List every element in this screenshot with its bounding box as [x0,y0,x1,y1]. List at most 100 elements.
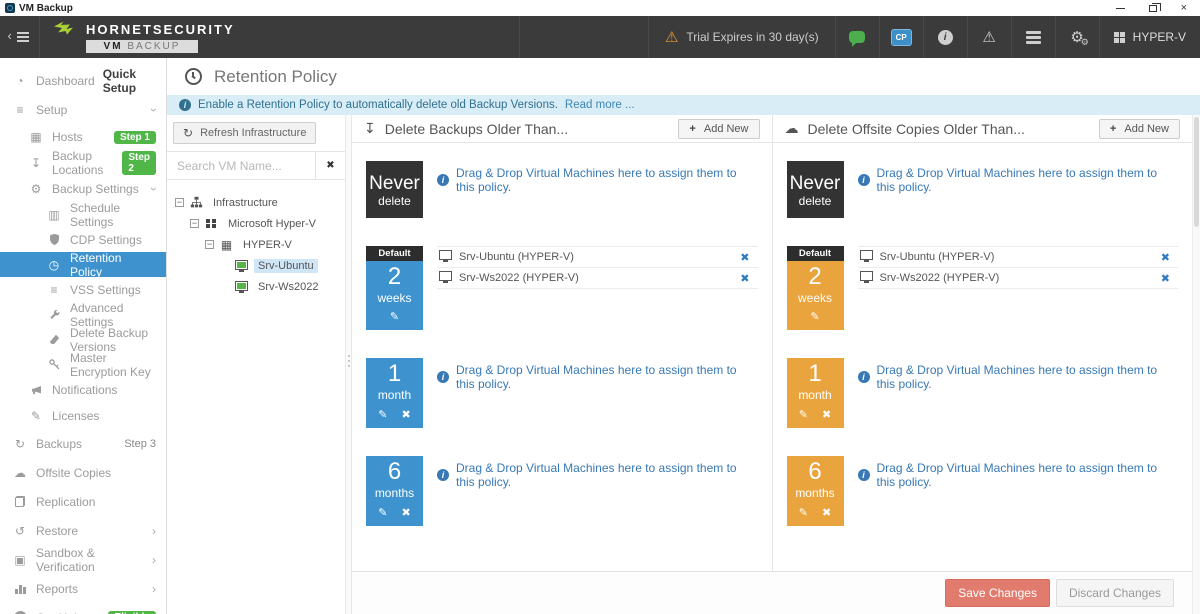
delete-policy-icon[interactable]: ✖ [402,508,411,519]
control-panel-button[interactable]: CP [879,16,923,58]
tree-expander-icon[interactable]: − [175,198,184,207]
sidebar-item-label: VSS Settings [70,283,141,297]
sidebar-collapse-button[interactable] [0,16,40,58]
vm-icon [234,281,249,293]
backup-locations-icon: ↧ [28,156,44,170]
policy-unit: weeks [798,291,832,305]
edit-policy-icon[interactable]: ✎ [390,312,399,323]
sidebar-item-dashboard[interactable]: ◔DashboardQuick Setup [0,66,166,95]
refresh-infrastructure-button[interactable]: ↻ Refresh Infrastructure [173,122,316,144]
hypervisor-selector[interactable]: HYPER-V [1099,16,1200,58]
delete-policy-icon[interactable]: ✖ [822,410,831,421]
info-button[interactable]: i [923,16,967,58]
policy-tile-never-delete[interactable]: Neverdelete [366,161,423,218]
sidebar-item-advanced-settings[interactable]: Advanced Settings [0,302,166,327]
save-changes-button[interactable]: Save Changes [945,579,1050,607]
sidebar-item-hosts[interactable]: ▦HostsStep 1 [0,124,166,150]
policy-tile-2-weeks[interactable]: Default2weeks✎ [366,246,423,330]
panel-splitter[interactable] [345,115,352,614]
sidebar-item-sandbox-verification[interactable]: ▣Sandbox & Verification› [0,545,166,574]
alerts-button[interactable]: ⚠ [967,16,1011,58]
unassign-vm-icon[interactable]: ✖ [740,251,757,264]
policy-column-title: Delete Offsite Copies Older Than... [808,121,1025,137]
feedback-button[interactable] [835,16,879,58]
sidebar-item-licenses[interactable]: ✎Licenses [0,403,166,429]
policy-tile-1-month[interactable]: 1month✎✖ [366,358,423,428]
hypervisor-label: HYPER-V [1133,30,1186,44]
add-new-button[interactable]: +Add New [678,119,759,139]
quick-setup-link[interactable]: Quick Setup [103,67,156,95]
sidebar-item-vss-settings[interactable]: ≡VSS Settings [0,277,166,302]
windows-icon [204,219,219,228]
delete-policy-icon[interactable]: ✖ [822,508,831,519]
tree-node-srv-ws2022[interactable]: Srv-Ws2022 [175,276,337,297]
tree-node-microsoft-hyper-v[interactable]: −Microsoft Hyper-V [175,213,337,234]
page-scrollbar[interactable] [1192,115,1200,614]
policy-tile-never-delete[interactable]: Neverdelete [787,161,844,218]
services-button[interactable]: ⚙⚙ [1055,16,1099,58]
chevron-right-icon: › [152,525,156,537]
sidebar-item-retention-policy[interactable]: ◷Retention Policy [0,252,166,277]
edit-policy-icon[interactable]: ✎ [810,312,819,323]
scrollbar-thumb[interactable] [1194,117,1199,227]
console-button[interactable] [1011,16,1055,58]
policy-tile-6-months[interactable]: 6months✎✖ [787,456,844,526]
sidebar-item-label: Schedule Settings [70,201,156,229]
unassign-vm-icon[interactable]: ✖ [1161,251,1178,264]
sidebar-item-label: Dashboard [36,74,95,88]
master-encryption-key-icon [46,358,62,371]
add-new-button[interactable]: +Add New [1099,119,1180,139]
replication-icon [12,496,28,507]
edit-policy-icon[interactable]: ✎ [378,410,387,421]
tree-expander-icon[interactable]: − [205,240,214,249]
sidebar-item-replication[interactable]: Replication [0,487,166,516]
tree-node-hyper-v[interactable]: −▦HYPER-V [175,234,337,255]
policy-tile-6-months[interactable]: 6months✎✖ [366,456,423,526]
unassign-vm-icon[interactable]: ✖ [1161,272,1178,285]
chevron-down-icon: › [148,108,160,112]
sidebar-item-label: Sandbox & Verification [36,546,144,574]
sidebar-item-backup-settings[interactable]: ⚙Backup Settings› [0,176,166,202]
sidebar-item-reports[interactable]: Reports› [0,574,166,603]
sidebar-item-get-help[interactable]: ?Get HelpEligible [0,603,166,614]
clear-search-icon[interactable]: ✖ [315,152,345,179]
sidebar-item-schedule-settings[interactable]: ▥Schedule Settings [0,202,166,227]
tree-node-srv-ubuntu[interactable]: Srv-Ubuntu [175,255,337,276]
chevron-down-icon: › [148,187,160,191]
sidebar-item-backups[interactable]: ↻BackupsStep 3 [0,429,166,458]
policy-row: 6months✎✖iDrag & Drop Virtual Machines h… [787,456,1179,526]
assigned-vm-row: Srv-Ws2022 (HYPER-V)✖ [858,268,1179,289]
minimize-icon[interactable] [1116,8,1125,9]
policy-tile-2-weeks[interactable]: Default2weeks✎ [787,246,844,330]
sidebar-item-offsite-copies[interactable]: ☁Offsite Copies [0,458,166,487]
tree-expander-icon[interactable]: − [190,219,199,228]
unassign-vm-icon[interactable]: ✖ [740,272,757,285]
hint-text: Drag & Drop Virtual Machines here to ass… [877,166,1179,194]
sidebar-item-cdp-settings[interactable]: CDP Settings [0,227,166,252]
vm-monitor-icon [439,250,452,265]
edit-policy-icon[interactable]: ✎ [799,410,808,421]
vm-search-input[interactable] [167,152,315,179]
read-more-link[interactable]: Read more ... [565,99,635,111]
sidebar-item-backup-locations[interactable]: ↧Backup LocationsStep 2 [0,150,166,176]
list-icon: ▦ [219,238,234,252]
sidebar-item-label: Delete Backup Versions [70,326,156,354]
sidebar-item-delete-backup-versions[interactable]: Delete Backup Versions [0,327,166,352]
tree-node-infrastructure[interactable]: −Infrastructure [175,192,337,213]
sidebar-item-notifications[interactable]: Notifications [0,377,166,403]
sidebar-item-label: Hosts [52,130,83,144]
sidebar-item-restore[interactable]: ↺Restore› [0,516,166,545]
sidebar-item-label: Offsite Copies [36,466,111,480]
cdp-settings-icon [46,233,62,246]
edit-policy-icon[interactable]: ✎ [799,508,808,519]
restore-icon[interactable] [1149,5,1157,12]
policy-tile-1-month[interactable]: 1month✎✖ [787,358,844,428]
edit-policy-icon[interactable]: ✎ [378,508,387,519]
discard-changes-button[interactable]: Discard Changes [1056,579,1174,607]
delete-policy-icon[interactable]: ✖ [402,410,411,421]
sidebar-item-setup[interactable]: ≡Setup› [0,95,166,124]
trial-text: Trial Expires in 30 day(s) [686,30,818,44]
sidebar-item-label: Backup Settings [52,182,139,196]
sidebar-item-master-encryption-key[interactable]: Master Encryption Key [0,352,166,377]
close-icon[interactable]: × [1181,3,1187,13]
